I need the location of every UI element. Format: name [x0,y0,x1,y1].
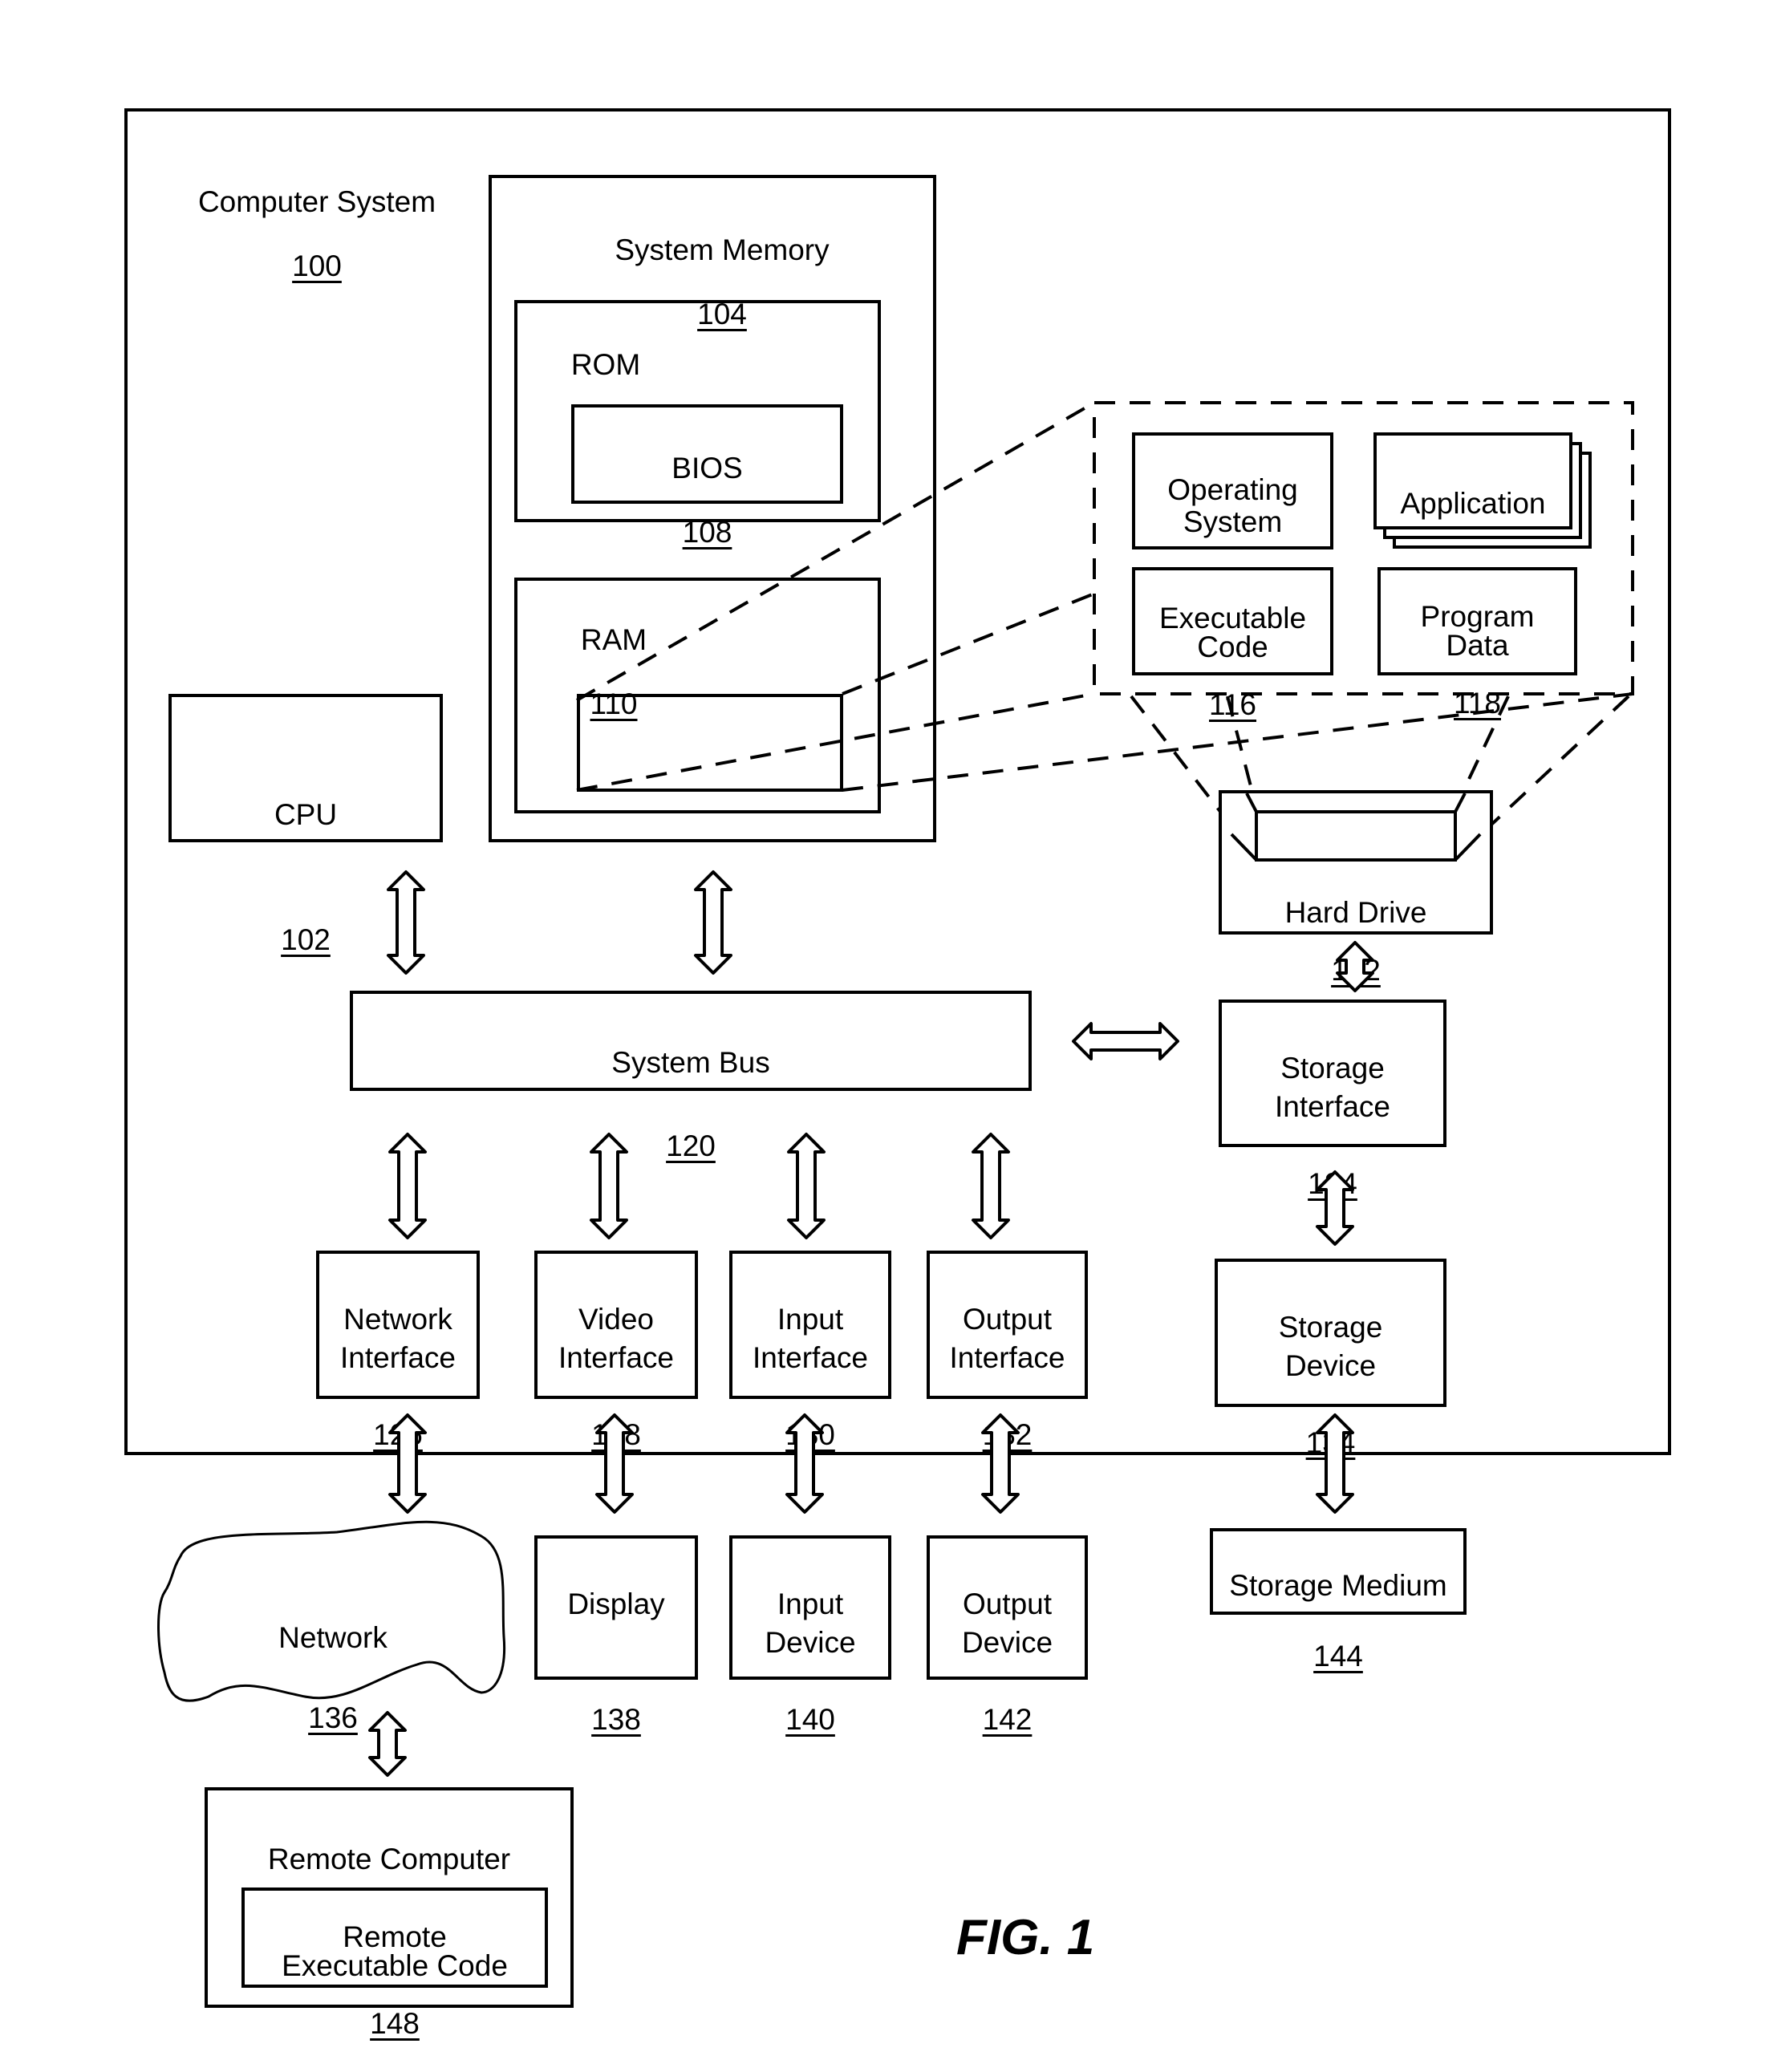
hard-drive-storage-interface-arrow [1336,941,1374,992]
bus-output-interface-arrow [972,1133,1010,1239]
memory-bus-arrow [694,870,732,975]
bus-video-interface-arrow [590,1133,628,1239]
cpu-bus-arrow [387,870,425,975]
storage-interface-device-arrow [1316,1170,1354,1246]
bus-storage-interface-arrow [1072,1022,1179,1060]
network-remote-computer-arrow [368,1711,407,1777]
storage-device-medium-arrow [1316,1413,1354,1514]
output-interface-device-arrow [981,1413,1020,1514]
bus-input-interface-arrow [787,1133,826,1239]
network-interface-network-arrow [388,1413,427,1514]
figure-label: FIG. 1 [956,1910,1095,1965]
input-interface-device-arrow [785,1413,824,1514]
arrows-layer [368,870,1374,1777]
bus-network-interface-arrow [388,1133,427,1239]
computer-system-diagram: Computer System 100 System Memory 104 RO… [0,0,1773,2072]
video-interface-display-arrow [595,1413,634,1514]
